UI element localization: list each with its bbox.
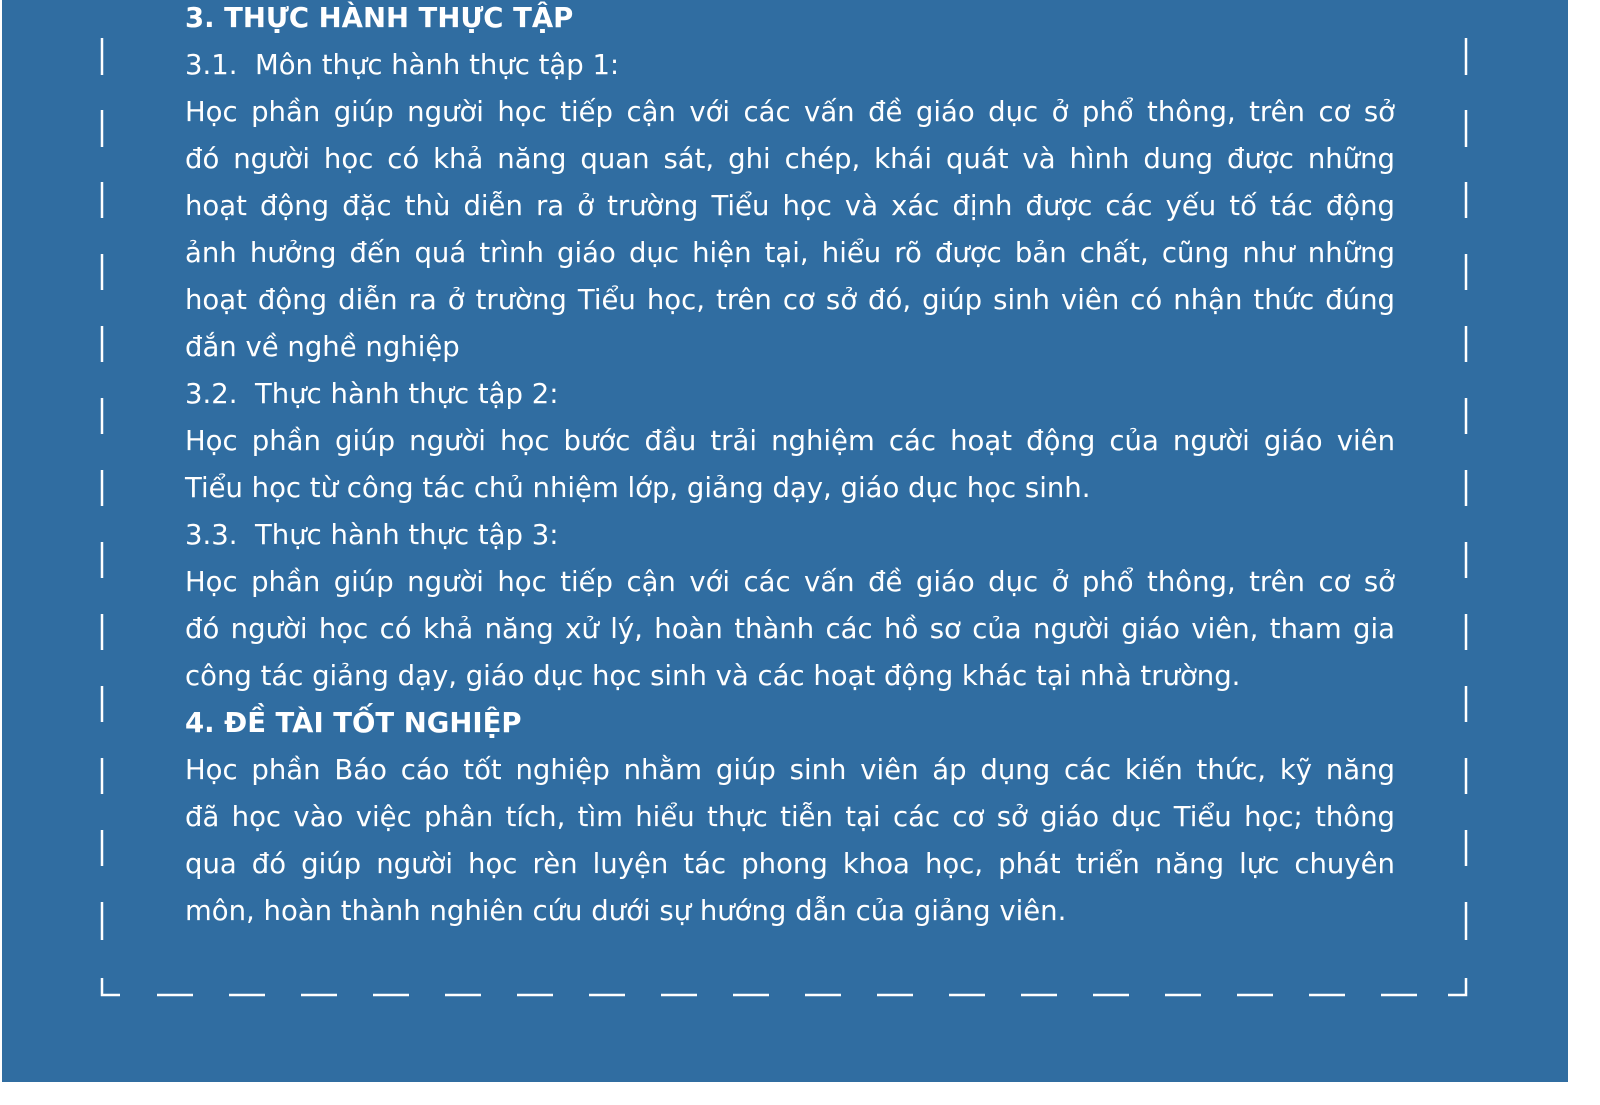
paragraph-line: hoạt động đặc thù diễn ra ở trường Tiểu … (185, 190, 1395, 222)
subsection-title: Thực hành thực tập 3: (255, 519, 559, 551)
subsection-3-3-paragraph: Học phần giúp người học tiếp cận với các… (185, 559, 1395, 700)
paragraph-line: môn, hoàn thành nghiên cứu dưới sự hướng… (185, 895, 1067, 927)
section-3-heading: 3. THỰC HÀNH THỰC TẬP (185, 2, 574, 34)
paragraph-line: đó người học có khả năng quan sát, ghi c… (185, 143, 1395, 175)
paragraph-line: Học phần giúp người học tiếp cận với các… (185, 96, 1395, 128)
frame-bottom-left-corner (100, 978, 120, 997)
document-content: 3. THỰC HÀNH THỰC TẬP 3.1. Môn thực hành … (185, 0, 1395, 935)
paragraph-line: đắn về nghề nghiệp (185, 331, 460, 363)
subsection-3-1-title: 3.1. Môn thực hành thực tập 1: (185, 42, 1395, 89)
paragraph-line: ảnh hưởng đến quá trình giáo dục hiện tạ… (185, 237, 1395, 269)
paragraph-line: đã học vào việc phân tích, tìm hiểu thực… (185, 801, 1395, 833)
subsection-3-2-title: 3.2. Thực hành thực tập 2: (185, 371, 1395, 418)
document-page: 3. THỰC HÀNH THỰC TẬP 3.1. Môn thực hành … (2, 0, 1568, 1082)
paragraph-line: Học phần giúp người học bước đầu trải ng… (185, 425, 1395, 457)
paragraph-line: Học phần Báo cáo tốt nghiệp nhằm giúp si… (185, 754, 1395, 786)
subsection-title: Thực hành thực tập 2: (255, 378, 559, 410)
paragraph-line: Học phần giúp người học tiếp cận với các… (185, 566, 1395, 598)
section-4-heading: 4. ĐỀ TÀI TỐT NGHIỆP (185, 707, 522, 739)
subsection-number: 3.3. (185, 519, 238, 551)
paragraph-line: hoạt động diễn ra ở trường Tiểu học, trê… (185, 284, 1395, 316)
paragraph-line: đó người học có khả năng xử lý, hoàn thà… (185, 613, 1395, 645)
subsection-number: 3.1. (185, 49, 238, 81)
frame-bottom-right-corner (1448, 978, 1468, 997)
paragraph-line: Tiểu học từ công tác chủ nhiệm lớp, giản… (185, 472, 1091, 504)
subsection-3-1-paragraph: Học phần giúp người học tiếp cận với các… (185, 89, 1395, 371)
subsection-number: 3.2. (185, 378, 238, 410)
paragraph-line: công tác giảng dạy, giáo dục học sinh và… (185, 660, 1241, 692)
subsection-3-3-title: 3.3. Thực hành thực tập 3: (185, 512, 1395, 559)
section-4-paragraph: Học phần Báo cáo tốt nghiệp nhằm giúp si… (185, 747, 1395, 935)
paragraph-line: qua đó giúp người học rèn luyện tác phon… (185, 848, 1395, 880)
subsection-title: Môn thực hành thực tập 1: (255, 49, 620, 81)
subsection-3-2-paragraph: Học phần giúp người học bước đầu trải ng… (185, 418, 1395, 512)
